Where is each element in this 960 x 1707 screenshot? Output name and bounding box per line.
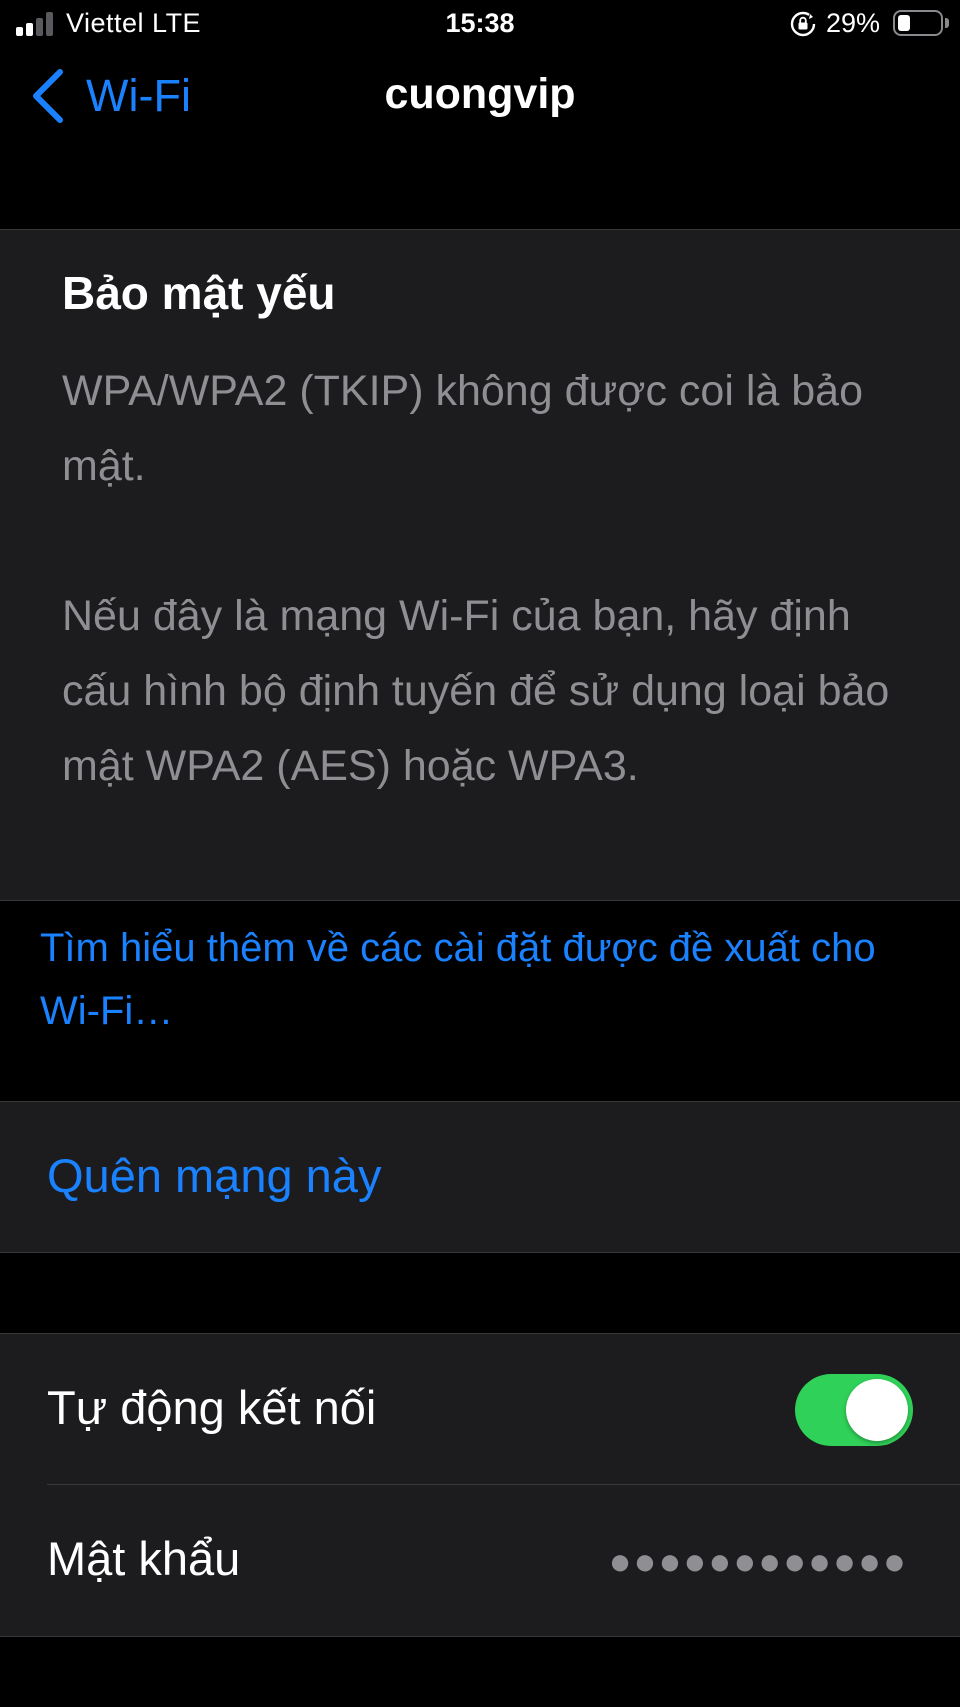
warning-paragraph: WPA/WPA2 (TKIP) không được coi là bảo mậ… [62, 367, 864, 490]
forget-network-section: Quên mạng này [0, 1101, 960, 1253]
auto-join-row: Tự động kết nối [0, 1334, 960, 1485]
auto-join-label: Tự động kết nối [47, 1381, 377, 1434]
battery-level-fill [898, 15, 910, 31]
warning-title: Bảo mật yếu [62, 267, 336, 319]
rotation-lock-icon [789, 10, 817, 38]
warning-recommendation: Nếu đây là mạng Wi-Fi của bạn, hãy định … [62, 592, 890, 790]
battery-icon [893, 10, 943, 36]
page-title: cuongvip [384, 70, 576, 118]
network-settings-section: Tự động kết nối Mật khẩu ●●●●●●●●●●●● [0, 1333, 960, 1637]
toggle-knob [846, 1379, 908, 1441]
forget-network-button[interactable]: Quên mạng này [47, 1148, 381, 1203]
battery-tip [945, 18, 949, 28]
password-row[interactable]: Mật khẩu ●●●●●●●●●●●● [0, 1485, 960, 1635]
weak-security-section: Bảo mật yếu WPA/WPA2 (TKIP) không được c… [0, 229, 960, 901]
password-label: Mật khẩu [47, 1532, 241, 1585]
password-value[interactable]: ●●●●●●●●●●●● [609, 1541, 908, 1584]
learn-more-link[interactable]: Tìm hiểu thêm về các cài đặt được đề xuấ… [40, 917, 920, 1043]
battery-percentage: 29% [826, 8, 881, 38]
status-bar: Viettel LTE 15:38 29% [0, 0, 960, 52]
navigation-bar: Wi-Fi cuongvip [0, 52, 960, 148]
auto-join-toggle[interactable] [795, 1374, 913, 1446]
